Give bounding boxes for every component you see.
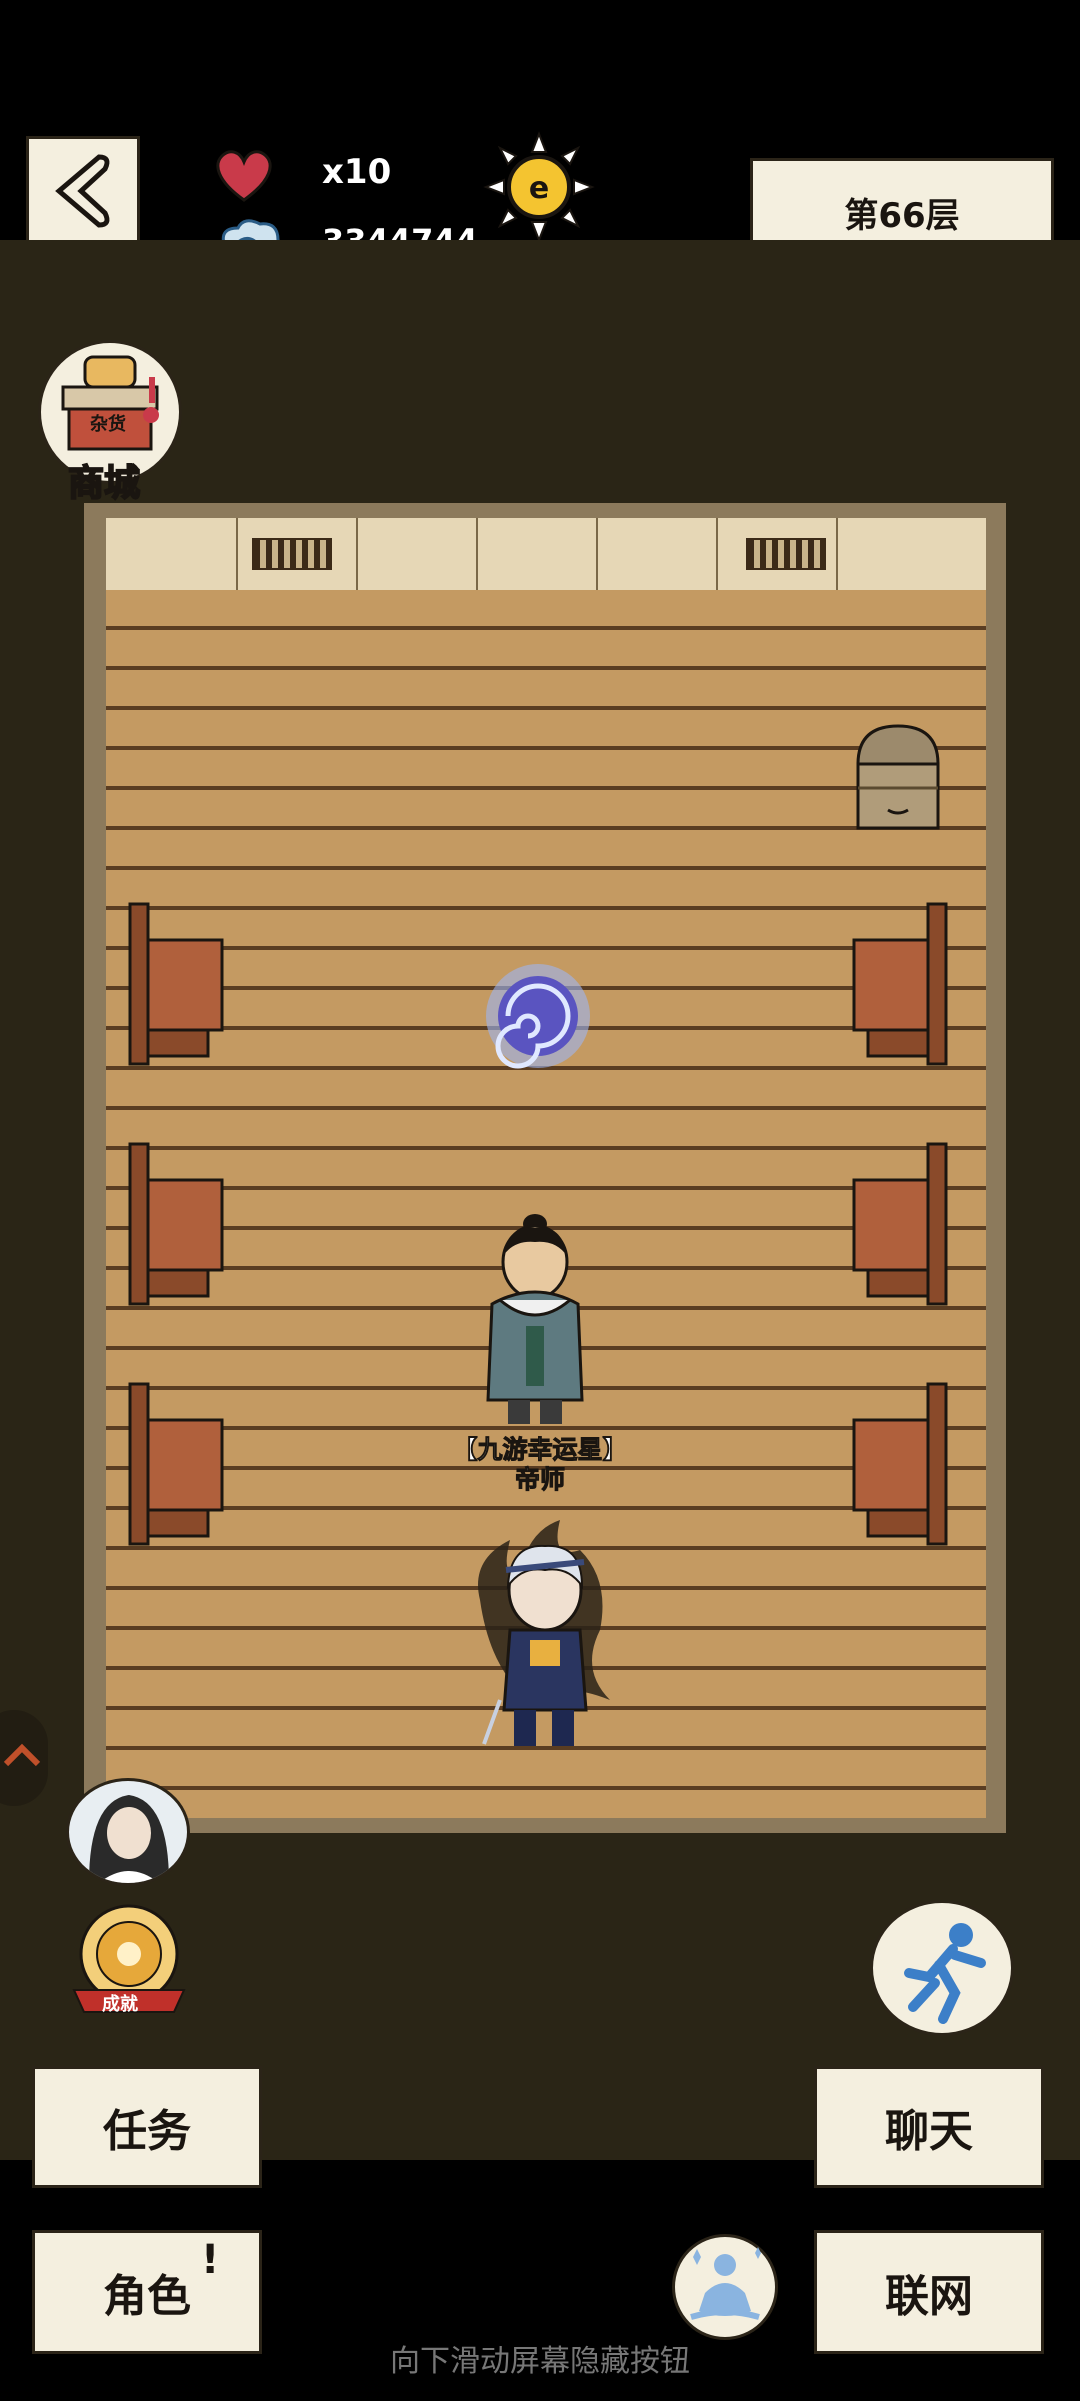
shop-sign: 杂货	[90, 414, 126, 435]
npc-name: 帝师	[514, 1465, 565, 1495]
shop-label: 商城	[67, 462, 141, 505]
chair-right-1	[852, 902, 948, 1066]
heart-icon	[216, 150, 272, 202]
portal-icon[interactable]	[480, 958, 596, 1074]
achievement-label: 成就	[102, 1994, 138, 2015]
tasks-button[interactable]: 任务	[32, 2066, 262, 2188]
run-button[interactable]	[870, 1900, 1014, 2036]
swipe-hint: 向下滑动屏幕隐藏按钮	[390, 2344, 690, 2379]
running-figure-icon	[904, 1923, 986, 2024]
lives-count: x10	[322, 152, 392, 192]
avatar-button[interactable]	[66, 1778, 190, 1886]
network-button[interactable]: 联网	[814, 2230, 1044, 2354]
svg-text:e: e	[529, 171, 549, 206]
chair-left-2	[128, 1142, 224, 1306]
character-button[interactable]: 角色 !	[32, 2230, 262, 2354]
chair-left-3	[128, 1382, 224, 1546]
chair-right-3	[852, 1382, 948, 1546]
npc-character[interactable]	[470, 1210, 600, 1430]
chat-button[interactable]: 聊天	[814, 2066, 1044, 2188]
avatar	[89, 1795, 169, 1883]
chevron-up-icon	[3, 1743, 41, 1767]
player-character[interactable]	[460, 1500, 630, 1760]
back-button[interactable]	[26, 136, 140, 244]
chair-left-1	[128, 902, 224, 1066]
character-alert-badge: !	[201, 2237, 220, 2283]
back-arrow-icon	[55, 154, 110, 228]
wall-vent	[746, 538, 826, 570]
wall-vent	[252, 538, 332, 570]
room-wall	[106, 518, 986, 599]
treasure-chest-icon[interactable]	[852, 720, 944, 836]
side-panel-toggle[interactable]	[0, 1710, 48, 1806]
meditation-icon	[690, 2247, 761, 2320]
sun-icon[interactable]: e	[482, 130, 596, 244]
chair-right-2	[852, 1142, 948, 1306]
meditate-button[interactable]	[672, 2234, 778, 2340]
character-label: 角色	[103, 2271, 191, 2322]
